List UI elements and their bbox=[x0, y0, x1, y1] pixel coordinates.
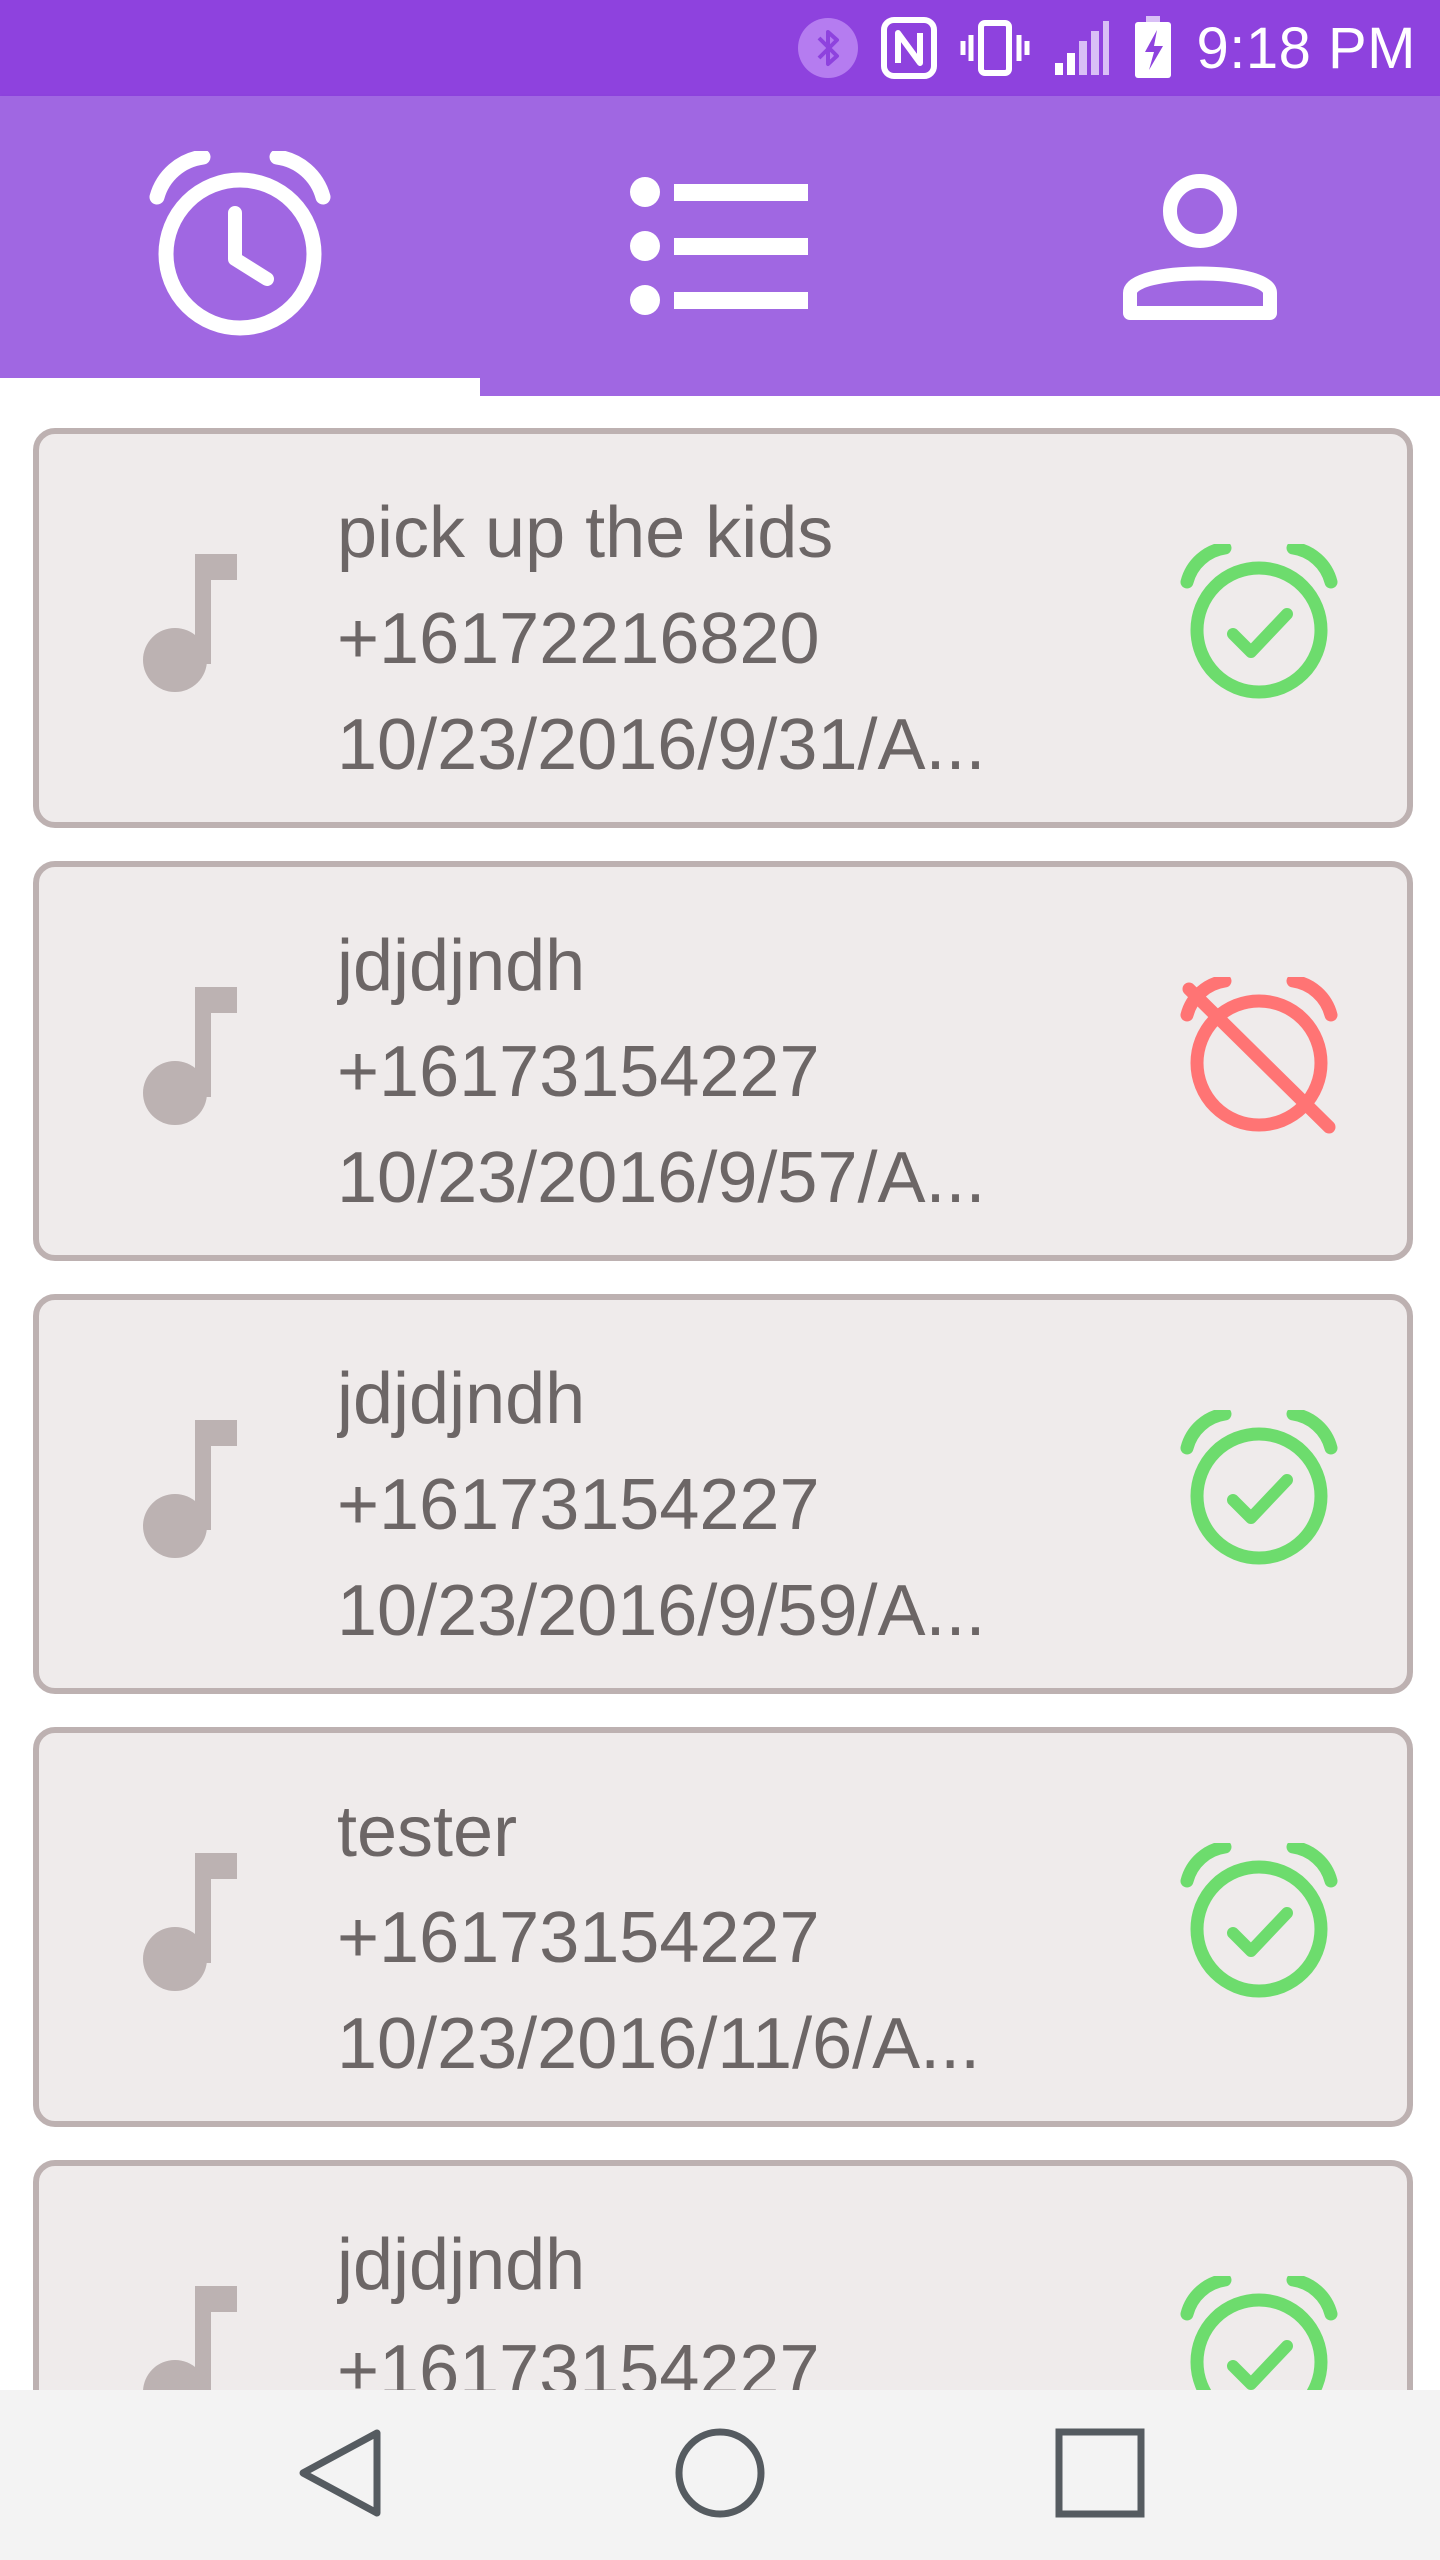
reminder-phone: +16173154227 bbox=[337, 1032, 820, 1112]
reminder-datetime: 10/23/2016/9/59/A... bbox=[337, 1571, 986, 1651]
reminder-datetime: 10/23/2016/9/31/A... bbox=[337, 705, 986, 785]
signal-icon bbox=[1053, 19, 1111, 77]
music-note-icon bbox=[137, 987, 237, 1132]
tab-alarms[interactable] bbox=[0, 96, 480, 396]
reminder-datetime: 10/23/2016/11/6/A... bbox=[337, 2004, 981, 2084]
reminder-title: jdjdjndh bbox=[337, 926, 586, 1006]
tab-list[interactable] bbox=[480, 96, 960, 396]
back-icon bbox=[295, 2425, 385, 2526]
list-icon bbox=[630, 176, 810, 316]
music-note-icon bbox=[137, 1853, 237, 1998]
tab-bar bbox=[0, 96, 1440, 396]
nfc-icon bbox=[880, 17, 937, 79]
music-note-icon bbox=[137, 1420, 237, 1565]
reminder-phone: +16173154227 bbox=[337, 2331, 820, 2390]
reminder-title: jdjdjndh bbox=[337, 2225, 586, 2305]
reminder-card[interactable]: pick up the kids +16172216820 10/23/2016… bbox=[33, 428, 1413, 828]
bluetooth-icon bbox=[797, 17, 859, 79]
reminder-card[interactable]: tester +16173154227 10/23/2016/11/6/A... bbox=[33, 1727, 1413, 2127]
navigation-bar bbox=[0, 2390, 1440, 2560]
reminder-list[interactable]: pick up the kids +16172216820 10/23/2016… bbox=[0, 396, 1440, 2390]
alarm-on-icon[interactable] bbox=[1179, 2273, 1339, 2390]
alarm-on-icon[interactable] bbox=[1179, 1840, 1339, 2008]
reminder-datetime: 10/23/2016/9/57/A... bbox=[337, 1138, 986, 1218]
alarm-off-icon[interactable] bbox=[1179, 974, 1339, 1142]
alarm-on-icon[interactable] bbox=[1179, 1407, 1339, 1575]
battery-charging-icon bbox=[1133, 16, 1173, 80]
person-icon bbox=[1120, 171, 1280, 321]
home-button[interactable] bbox=[620, 2390, 820, 2560]
reminder-title: pick up the kids bbox=[337, 493, 834, 573]
alarm-on-icon[interactable] bbox=[1179, 541, 1339, 709]
music-note-icon bbox=[137, 554, 237, 699]
music-note-icon bbox=[137, 2286, 237, 2390]
reminder-phone: +16173154227 bbox=[337, 1465, 820, 1545]
reminder-card[interactable]: jdjdjndh +16173154227 10/23/2016/9/57/A.… bbox=[33, 861, 1413, 1261]
reminder-card[interactable]: jdjdjndh +16173154227 bbox=[33, 2160, 1413, 2390]
status-time: 9:18 PM bbox=[1196, 15, 1416, 81]
recents-icon bbox=[1055, 2428, 1145, 2523]
alarm-clock-icon bbox=[145, 151, 335, 341]
status-bar: 9:18 PM bbox=[0, 0, 1440, 96]
reminder-title: tester bbox=[337, 1792, 518, 1872]
vibrate-icon bbox=[959, 17, 1031, 79]
tab-selected-indicator bbox=[0, 378, 480, 396]
reminder-title: jdjdjndh bbox=[337, 1359, 586, 1439]
back-button[interactable] bbox=[240, 2390, 440, 2560]
home-icon bbox=[674, 2427, 766, 2524]
tab-profile[interactable] bbox=[960, 96, 1440, 396]
recents-button[interactable] bbox=[1000, 2390, 1200, 2560]
reminder-card[interactable]: jdjdjndh +16173154227 10/23/2016/9/59/A.… bbox=[33, 1294, 1413, 1694]
reminder-phone: +16173154227 bbox=[337, 1898, 820, 1978]
reminder-phone: +16172216820 bbox=[337, 599, 820, 679]
